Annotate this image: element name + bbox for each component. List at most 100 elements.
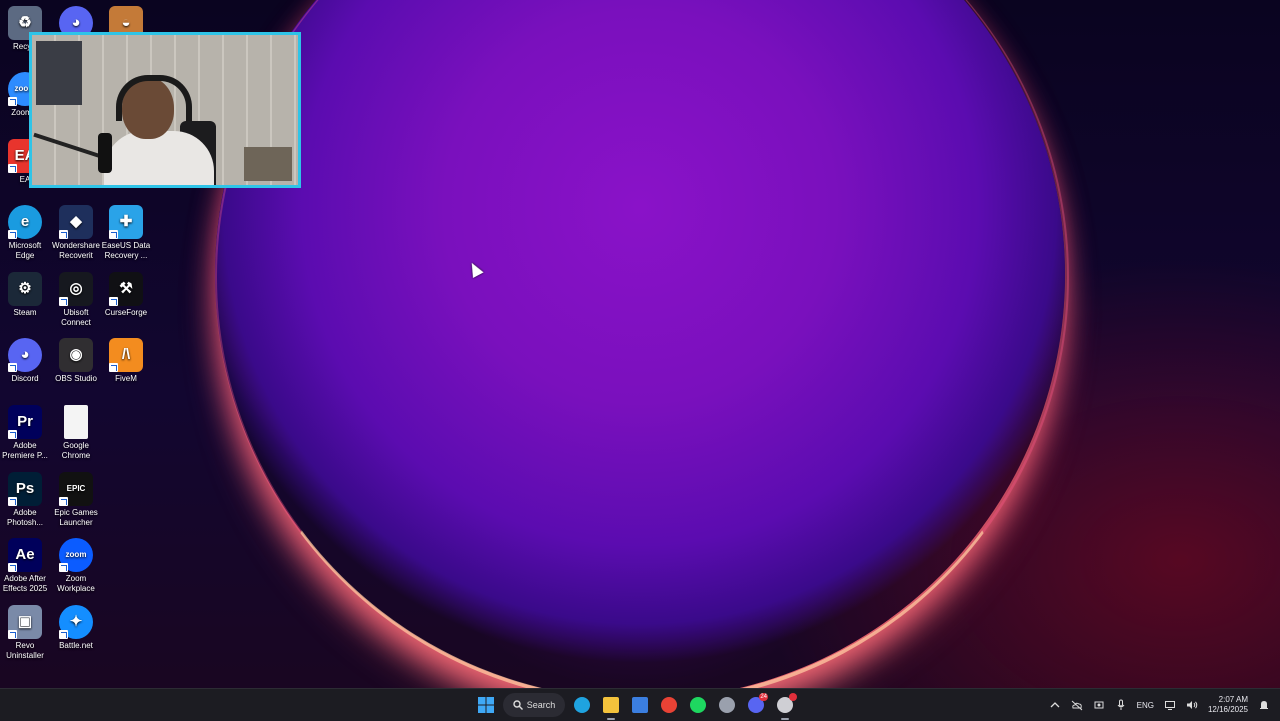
easeus-icon: ✚ [109,205,143,239]
epic-icon: EPIC [59,472,93,506]
desktop-icon-label: Epic Games Launcher [54,508,98,527]
wallpaper-ring [215,0,1069,704]
shortcut-arrow-icon [8,430,17,439]
desktop-icon-label: Adobe Premiere P... [2,441,48,460]
shortcut-arrow-icon [59,563,68,572]
ubisoft-icon: ◎ [59,272,93,306]
taskbar-obs-button[interactable] [773,693,797,720]
desktop-icon-photoshop[interactable]: Ps Adobe Photosh... [0,472,50,528]
desktop-icon-discord[interactable]: ◕ Discord [0,338,50,384]
shortcut-arrow-icon [59,297,68,306]
taskbar: Search 24 ENG 2:07 AM 12/16/2025 [0,688,1280,721]
shortcut-arrow-icon [8,497,17,506]
shortcut-arrow-icon [8,363,17,372]
desktop-icon-label: Steam [13,308,37,317]
desktop-icon-obs[interactable]: ◉ OBS Studio [51,338,101,384]
desktop-icon-premiere[interactable]: Pr Adobe Premiere P... [0,405,50,461]
taskbar-settings-button[interactable] [715,693,739,717]
search-icon [513,700,523,710]
file-explorer-icon [603,697,619,713]
chrome-icon [661,697,677,713]
notifications-icon[interactable] [1258,699,1270,711]
discord-icon: ◕ [8,338,42,372]
desktop-icon-label: Wondershare Recoverit [52,241,100,260]
recoverit-icon: ◆ [59,205,93,239]
desktop-icon-edge[interactable]: e Microsoft Edge [0,205,50,261]
volume-icon[interactable] [1186,699,1198,711]
webcam-box [244,147,292,181]
desktop-icon-label: Battle.net [59,641,93,650]
desktop-icon-label: Discord [11,374,39,383]
desktop-icon-zoom[interactable]: zoom Zoom Workplace [51,538,101,594]
curseforge-icon: ⚒ [109,272,143,306]
zoom-icon: zoom [59,538,93,572]
desktop-icon-label: FiveM [115,374,137,383]
taskbar-chrome-button[interactable] [657,693,681,717]
microphone-icon[interactable] [1115,699,1127,711]
shortcut-arrow-icon [8,97,17,106]
settings-icon [719,697,735,713]
desktop-icon-steam[interactable]: ⚙ Steam [0,272,50,318]
clock-time: 2:07 AM [1218,695,1248,704]
shortcut-arrow-icon [59,630,68,639]
clock-date: 12/16/2025 [1207,705,1248,714]
desktop-icon-fivem[interactable]: /\ FiveM [101,338,151,384]
webcam-person-body [104,131,214,185]
shortcut-arrow-icon [8,164,17,173]
obs-icon: ◉ [59,338,93,372]
desktop-icon-label: EaseUS Data Recovery ... [101,241,151,260]
desktop-icon-chrome_file[interactable]: Google Chrome [51,405,101,461]
network-icon[interactable] [1164,699,1176,711]
store-icon [632,697,648,713]
desktop-icon-easeus[interactable]: ✚ EaseUS Data Recovery ... [101,205,151,261]
shortcut-arrow-icon [8,230,17,239]
desktop-icon-battlenet[interactable]: ✦ Battle.net [51,605,101,651]
clock[interactable]: 2:07 AM 12/16/2025 [1208,695,1248,715]
chrome_file-icon [64,405,88,439]
taskbar-discord-button[interactable]: 24 [744,693,768,717]
chevron-up-icon[interactable] [1049,699,1061,711]
webcam-headset [116,75,192,121]
desktop-icon-epic[interactable]: EPIC Epic Games Launcher [51,472,101,528]
sync-icon[interactable] [1093,699,1105,711]
system-tray: ENG 2:07 AM 12/16/2025 [1049,689,1280,721]
revo-icon: ▣ [8,605,42,639]
taskbar-search-box[interactable]: Search [503,693,565,717]
taskbar-apps: 24 [570,693,797,720]
shortcut-arrow-icon [109,297,118,306]
spotify-icon [690,697,706,713]
desktop-icon-label: Zoom Workplace [57,574,95,593]
photoshop-icon: Ps [8,472,42,506]
desktop-icon-revo[interactable]: ▣ Revo Uninstaller [0,605,50,661]
premiere-icon: Pr [8,405,42,439]
shortcut-arrow-icon [59,497,68,506]
desktop-icon-label: Adobe After Effects 2025 [2,574,48,593]
notification-badge [789,693,797,701]
fivem-icon: /\ [109,338,143,372]
taskbar-spotify-button[interactable] [686,693,710,717]
onedrive-icon[interactable] [1071,699,1083,711]
steam-icon: ⚙ [8,272,42,306]
webcam-overlay [29,32,301,188]
taskbar-center: Search 24 [474,689,797,721]
shortcut-arrow-icon [109,363,118,372]
battlenet-icon: ✦ [59,605,93,639]
desktop-icon-aftereffects[interactable]: Ae Adobe After Effects 2025 [0,538,50,594]
taskbar-store-button[interactable] [628,693,652,717]
taskbar-file-explorer-button[interactable] [599,693,623,720]
desktop-icon-label: OBS Studio [55,374,97,383]
edge-icon: e [8,205,42,239]
desktop-icon-label: Microsoft Edge [8,241,42,260]
desktop-icon-ubisoft[interactable]: ◎ Ubisoft Connect [51,272,101,328]
desktop-icon-label: Google Chrome [61,441,91,460]
desktop-icon-recoverit[interactable]: ◆ Wondershare Recoverit [51,205,101,261]
taskbar-edge-button[interactable] [570,693,594,717]
desktop-icon-curseforge[interactable]: ⚒ CurseForge [101,272,151,318]
language-indicator[interactable]: ENG [1137,701,1154,710]
start-button[interactable] [474,693,498,717]
webcam-microphone [98,133,112,173]
desktop-icon-label: Ubisoft Connect [61,308,91,327]
edge-icon [574,697,590,713]
shortcut-arrow-icon [8,630,17,639]
search-label: Search [526,700,556,710]
